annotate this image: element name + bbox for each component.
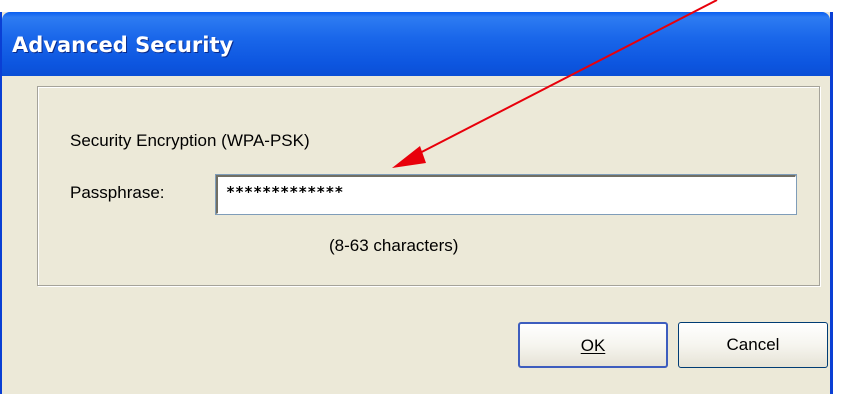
passphrase-label: Passphrase: (70, 183, 165, 202)
screenshot-canvas: Advanced Security Security Encryption (W… (0, 0, 841, 394)
cancel-button-label: Cancel (726, 335, 780, 354)
passphrase-length-hint: (8-63 characters) (329, 236, 459, 255)
dialog-title: Advanced Security (12, 33, 234, 57)
passphrase-input[interactable]: ************* (215, 174, 797, 215)
cancel-button[interactable]: Cancel (678, 322, 828, 368)
ok-button[interactable]: OK (518, 322, 668, 368)
ok-button-label: OK (580, 336, 606, 355)
encryption-type-label: Security Encryption (WPA-PSK) (70, 131, 310, 150)
title-bar[interactable]: Advanced Security (2, 12, 830, 76)
